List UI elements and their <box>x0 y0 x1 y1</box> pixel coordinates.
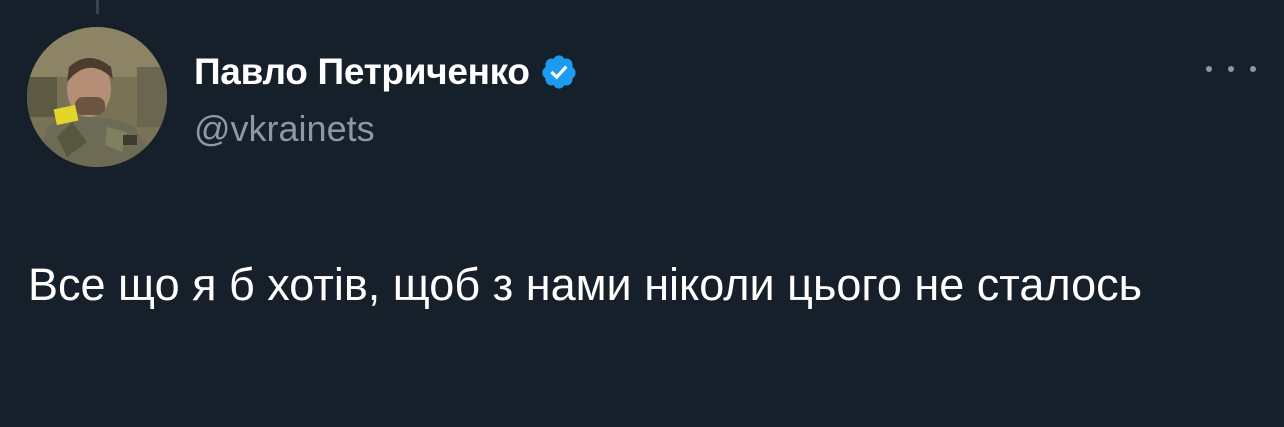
avatar[interactable] <box>27 27 167 167</box>
verified-badge-icon <box>540 53 578 91</box>
thread-connector-line <box>96 0 99 14</box>
more-options-icon[interactable] <box>1206 54 1256 84</box>
more-dot <box>1250 66 1256 72</box>
author-handle[interactable]: @vkrainets <box>194 108 375 150</box>
more-dot <box>1206 66 1212 72</box>
tweet-text: Все що я б хотів, щоб з нами ніколи цьог… <box>28 259 1143 310</box>
more-dot <box>1228 66 1234 72</box>
author-display-name[interactable]: Павло Петриченко <box>194 51 530 93</box>
author-name-row[interactable]: Павло Петриченко <box>194 48 578 96</box>
avatar-image <box>27 27 167 167</box>
